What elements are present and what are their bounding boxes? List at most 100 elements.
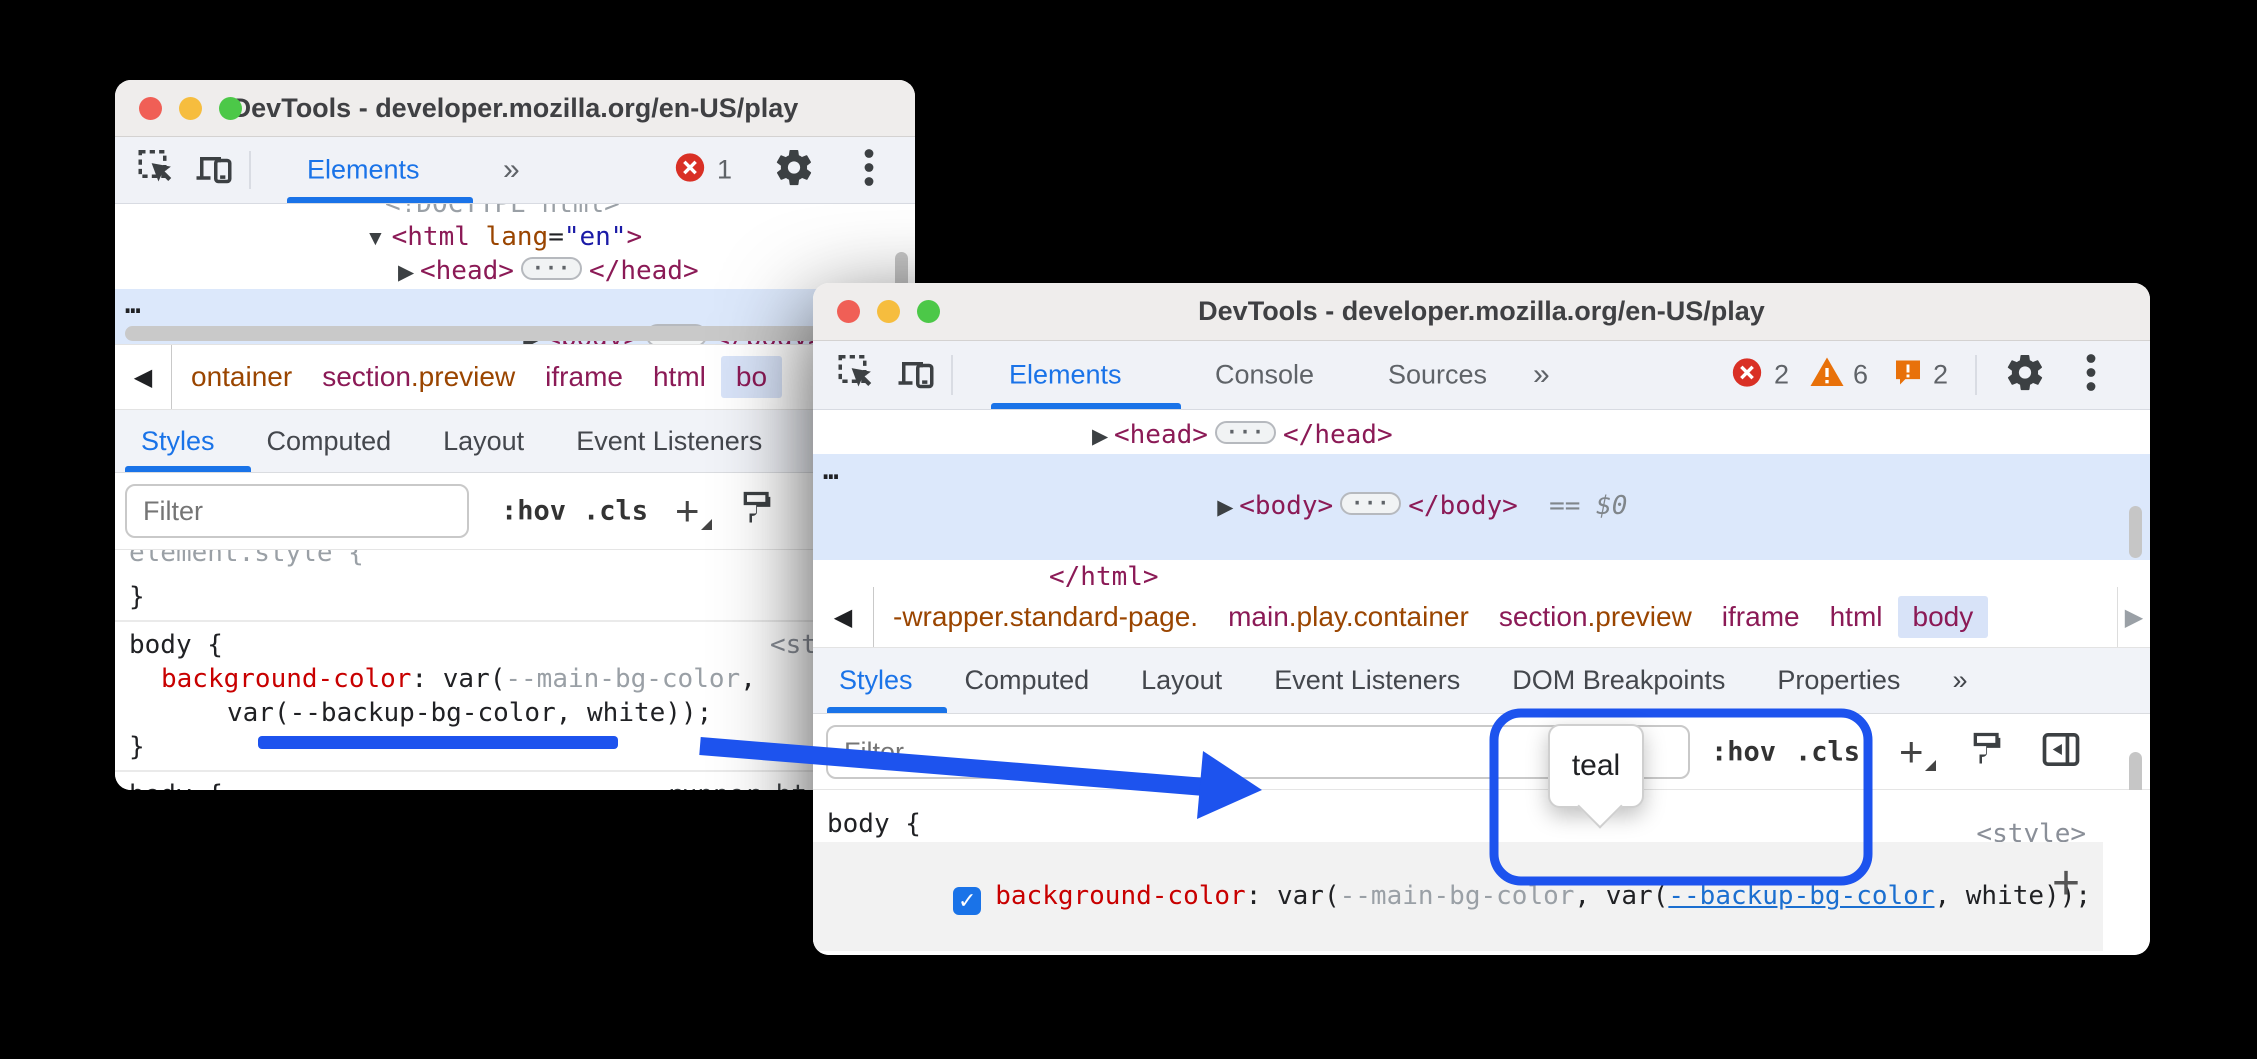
- tab-sources[interactable]: Sources: [1388, 360, 1487, 391]
- filter-input[interactable]: [125, 484, 469, 538]
- dom-gutter-dots[interactable]: …: [125, 289, 141, 322]
- code-token-tag: </body>: [1408, 491, 1518, 521]
- device-toolbar-icon[interactable]: [895, 352, 937, 399]
- tab-properties[interactable]: Properties: [1777, 665, 1900, 696]
- dom-row-body-code: ▶ <body>···</body> == $0: [1217, 491, 1627, 521]
- breadcrumb-html[interactable]: html: [1815, 596, 1898, 638]
- breadcrumb-back-button[interactable]: ◀: [115, 345, 172, 409]
- zoom-window-button[interactable]: [219, 97, 242, 120]
- dom-row-body-selected[interactable]: … ▶ <body>···</body> == $0: [813, 454, 2150, 560]
- inspect-element-icon[interactable]: [135, 147, 177, 194]
- titlebar[interactable]: DevTools - developer.mozilla.org/en-US/p…: [115, 80, 915, 137]
- code-token-tag: >: [626, 222, 642, 252]
- new-style-rule-button[interactable]: +: [1899, 737, 1924, 767]
- breadcrumb-wrapper[interactable]: -wrapper.standard-page.: [878, 596, 1213, 638]
- breadcrumb-body-selected[interactable]: body: [1898, 596, 1989, 638]
- tab-styles[interactable]: Styles: [839, 665, 913, 696]
- tab-event-listeners[interactable]: Event Listeners: [576, 426, 762, 457]
- declaration-code[interactable]: background-color: var(--main-bg-color, v…: [995, 881, 2091, 911]
- settings-gear-icon[interactable]: [2004, 352, 2046, 399]
- breadcrumb-html[interactable]: html: [638, 356, 721, 398]
- breadcrumb-back-button[interactable]: ◀: [813, 587, 874, 647]
- breadcrumb-section-preview[interactable]: section.preview: [1484, 596, 1707, 638]
- more-tabs-icon[interactable]: »: [503, 153, 518, 187]
- settings-gear-icon[interactable]: [773, 147, 815, 194]
- dom-row-html[interactable]: ▼ <html lang="en">: [115, 221, 915, 255]
- tab-styles[interactable]: Styles: [141, 426, 215, 457]
- rendering-brush-icon[interactable]: [1967, 729, 2007, 774]
- tab-dom-breakpoints[interactable]: DOM Breakpoints: [1512, 665, 1725, 696]
- bottom-body-rule[interactable]: body {runner.ht: [115, 778, 915, 790]
- tab-elements[interactable]: Elements: [307, 155, 420, 186]
- zoom-window-button[interactable]: [917, 300, 940, 323]
- dom-tree-pane[interactable]: ▶ <head>···</head> … ▶ <body>···</body> =…: [813, 410, 2150, 587]
- dom-row-head[interactable]: ▶ <head>···</head>: [813, 418, 2150, 454]
- breadcrumb-iframe[interactable]: iframe: [530, 356, 638, 398]
- tooltip-label: teal: [1572, 749, 1620, 783]
- rendering-brush-icon[interactable]: [737, 489, 777, 534]
- body-rule-selector[interactable]: body {<style>: [813, 806, 2150, 842]
- tab-layout[interactable]: Layout: [443, 426, 524, 457]
- code-token-tag: <head>: [1114, 420, 1208, 450]
- plus-corner-triangle: [701, 519, 712, 530]
- toggle-class-button[interactable]: .cls: [1795, 736, 1860, 767]
- close-window-button[interactable]: [837, 300, 860, 323]
- code-token-attr: .preview: [1588, 601, 1692, 632]
- titlebar[interactable]: DevTools - developer.mozilla.org/en-US/p…: [813, 283, 2150, 341]
- rule-element-style-clipped[interactable]: element.style {: [115, 550, 915, 580]
- breadcrumb-container[interactable]: ontainer: [176, 356, 307, 398]
- dom-tree-pane[interactable]: <!DOCTYPE html> ▼ <html lang="en"> ▶ <he…: [115, 204, 915, 344]
- close-window-button[interactable]: [139, 97, 162, 120]
- device-toolbar-icon[interactable]: [193, 147, 235, 194]
- minimize-window-button[interactable]: [179, 97, 202, 120]
- tab-computed[interactable]: Computed: [267, 426, 392, 457]
- tab-layout[interactable]: Layout: [1141, 665, 1222, 696]
- tab-event-listeners[interactable]: Event Listeners: [1274, 665, 1460, 696]
- error-badge-icon[interactable]: [1730, 356, 1764, 395]
- new-style-rule-button[interactable]: +: [675, 496, 700, 526]
- declaration-row-hovered[interactable]: ✓ background-color: var(--main-bg-color, …: [813, 842, 2103, 951]
- toggle-hover-state-button[interactable]: :hov: [501, 496, 566, 527]
- add-declaration-button[interactable]: +: [2052, 856, 2080, 911]
- dom-gutter-dots[interactable]: …: [823, 454, 839, 489]
- body-rule-selector[interactable]: body {<st: [115, 628, 915, 662]
- style-source-tag[interactable]: <st: [770, 628, 817, 662]
- declaration-line-1[interactable]: background-color: var(--main-bg-color,: [115, 662, 915, 696]
- rule-source-link[interactable]: runner.ht: [666, 778, 807, 790]
- breadcrumb-bar: ◀ ontainer section.preview iframe html b…: [115, 344, 915, 410]
- body-rule-close-brace[interactable]: }: [115, 730, 915, 764]
- body-rule-close-brace[interactable]: }: [813, 951, 2150, 955]
- dom-row-html-close[interactable]: </html>: [813, 560, 2150, 587]
- error-badge-icon[interactable]: [673, 151, 707, 190]
- more-sidebar-tabs-icon[interactable]: »: [1952, 665, 1965, 696]
- tab-console[interactable]: Console: [1215, 360, 1314, 391]
- dom-row-doctype[interactable]: <!DOCTYPE html>: [115, 204, 915, 221]
- devtools-window-front: DevTools - developer.mozilla.org/en-US/p…: [813, 283, 2150, 955]
- warning-badge-icon[interactable]: [1809, 355, 1845, 396]
- toggle-hover-state-button[interactable]: :hov: [1711, 736, 1776, 767]
- tab-elements[interactable]: Elements: [1009, 360, 1122, 391]
- code-token-tag: </head>: [1283, 420, 1393, 450]
- inspect-element-icon[interactable]: [835, 352, 877, 399]
- minimize-window-button[interactable]: [877, 300, 900, 323]
- issues-badge-icon[interactable]: [1892, 357, 1924, 394]
- breadcrumb-forward-button[interactable]: ▶: [2117, 587, 2150, 647]
- more-tabs-icon[interactable]: »: [1533, 358, 1548, 392]
- toggle-class-button[interactable]: .cls: [583, 496, 648, 527]
- breadcrumb-body-selected[interactable]: bo: [721, 356, 782, 398]
- devtools-window-back: DevTools - developer.mozilla.org/en-US/p…: [115, 80, 915, 790]
- rule-close-brace[interactable]: }: [115, 580, 915, 614]
- code-token-red: background-color: [161, 664, 411, 694]
- horizontal-scrollbar[interactable]: [125, 326, 895, 341]
- kebab-menu-icon[interactable]: [2085, 353, 2097, 398]
- toggle-sidebar-icon[interactable]: [2039, 727, 2083, 776]
- breadcrumb-section-preview[interactable]: section.preview: [307, 356, 530, 398]
- declaration-checkbox-checked[interactable]: ✓: [953, 887, 981, 915]
- tab-computed[interactable]: Computed: [965, 665, 1090, 696]
- breadcrumb-main-play-container[interactable]: main.play.container: [1213, 596, 1484, 638]
- declaration-line-2[interactable]: var(--backup-bg-color, white));: [115, 696, 915, 730]
- dom-row-head[interactable]: ▶ <head>···</head>: [115, 255, 915, 289]
- kebab-menu-icon[interactable]: [863, 148, 875, 193]
- vertical-scrollbar[interactable]: [2129, 506, 2142, 558]
- breadcrumb-iframe[interactable]: iframe: [1707, 596, 1815, 638]
